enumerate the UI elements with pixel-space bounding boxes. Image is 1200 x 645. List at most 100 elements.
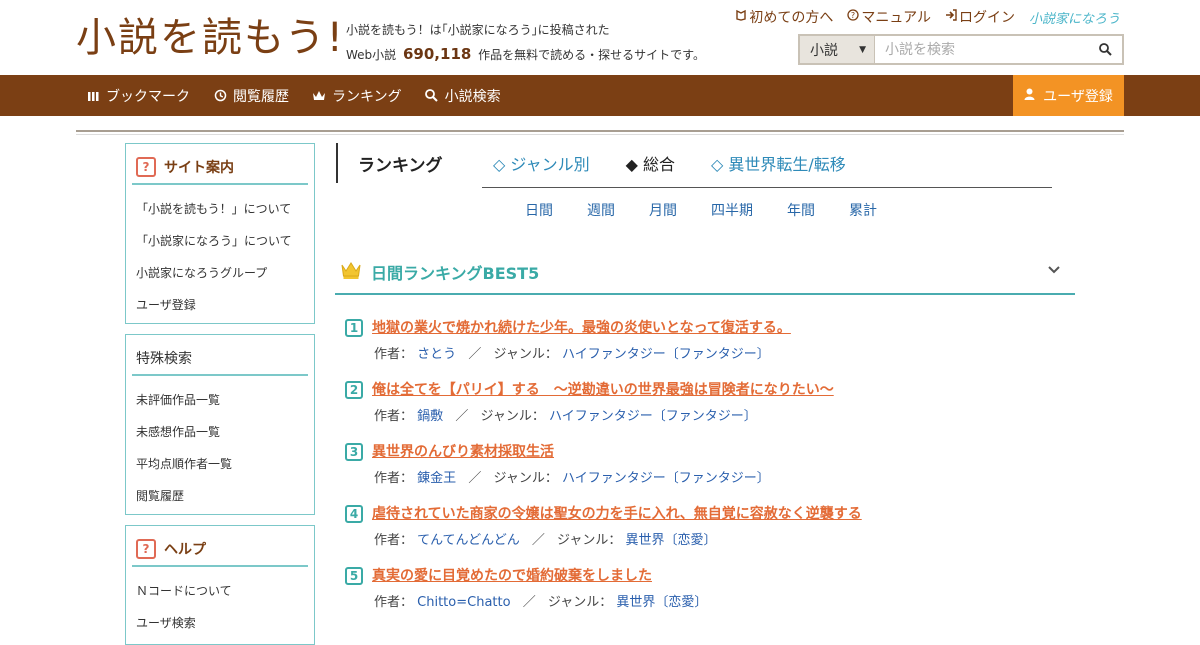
genre-link[interactable]: ハイファンタジー〔ファンタジー〕 — [562, 347, 770, 362]
question-icon: ? — [136, 156, 156, 177]
ranking-item: 1 地獄の業火で焼かれ続けた少年。最強の炎使いとなって復活する。 作者： さとう… — [345, 314, 1065, 376]
question-circle-icon: ? — [847, 9, 860, 25]
login-icon — [945, 9, 957, 25]
sidebar-item-ncode[interactable]: Ｎコードについて — [136, 575, 314, 607]
novel-title-link[interactable]: 地獄の業火で焼かれ続けた少年。最強の炎使いとなって復活する。 — [372, 317, 791, 337]
ranking-tabs-divider — [482, 187, 1052, 188]
genre-link[interactable]: ハイファンタジー〔ファンタジー〕 — [549, 409, 757, 424]
sidebar-site-guide-header: ? サイト案内 — [132, 150, 308, 185]
site-logo[interactable]: 小説を読もう! — [76, 8, 345, 68]
author-link[interactable]: 錬金王 — [417, 471, 456, 486]
sidebar-item-unrated[interactable]: 未評価作品一覧 — [136, 384, 314, 416]
svg-text:?: ? — [851, 11, 855, 20]
ranking-item: 5 真実の愛に目覚めたので婚約破棄をしました 作者： Chitto=Chatto… — [345, 562, 1065, 624]
desc-suffix: 作品を無料で読める・探せるサイトです。 — [478, 48, 705, 62]
ranking-item: 3 異世界のんびり素材採取生活 作者： 錬金王 ／ ジャンル： ハイファンタジー… — [345, 438, 1065, 500]
period-quarterly[interactable]: 四半期 — [711, 200, 753, 220]
desc-prefix: Web小説 — [346, 48, 397, 62]
sidebar-item-narou-group[interactable]: 小説家になろうグループ — [136, 257, 314, 289]
bookmark-icon — [86, 89, 100, 103]
main-navbar: ブックマーク 閲覧履歴 ランキング 小説検索 ユーザ登録 — [0, 75, 1200, 116]
period-tabs: 日間 週間 月間 四半期 年間 累計 — [525, 200, 911, 220]
period-yearly[interactable]: 年間 — [787, 200, 815, 220]
ranking-tabs: ◇ ジャンル別 ◆ 総合 ◇ 異世界転生/転移 — [493, 151, 846, 175]
author-link[interactable]: Chitto=Chatto — [417, 595, 510, 610]
site-description-line2: Web小説 690,118 作品を無料で読める・探せるサイトです。 — [346, 42, 705, 67]
sidebar-help-list: Ｎコードについて ユーザ検索 — [126, 567, 314, 639]
novel-meta: 作者： 錬金王 ／ ジャンル： ハイファンタジー〔ファンタジー〕 — [374, 471, 770, 486]
sidebar-special-search: 特殊検索 未評価作品一覧 未感想作品一覧 平均点順作者一覧 閲覧履歴 — [125, 334, 315, 515]
best5-header[interactable]: 日間ランキングBEST5 — [335, 254, 1075, 295]
sidebar-site-guide-list: 「小説を読もう！」について 「小説家になろう」について 小説家になろうグループ … — [126, 185, 314, 321]
top-link-manual[interactable]: ? マニュアル — [847, 7, 931, 27]
top-link-beginners[interactable]: 初めての方へ — [735, 7, 833, 27]
top-links: 初めての方へ ? マニュアル ログイン 小説家になろう — [735, 7, 1120, 27]
sidebar-help: ? ヘルプ Ｎコードについて ユーザ検索 — [125, 525, 315, 645]
period-daily[interactable]: 日間 — [525, 200, 553, 220]
search-icon — [1098, 43, 1112, 56]
genre-link[interactable]: ハイファンタジー〔ファンタジー〕 — [562, 471, 770, 486]
chevron-down-icon[interactable] — [1047, 260, 1061, 279]
search-category-select[interactable]: 小説 ▼ — [800, 36, 875, 63]
rank-number-badge: 1 — [345, 319, 363, 337]
history-icon — [213, 89, 227, 103]
ranking-item: 2 俺は全てを【パリイ】する ～逆勘違いの世界最強は冒険者になりたい～ 作者： … — [345, 376, 1065, 438]
period-monthly[interactable]: 月間 — [649, 200, 677, 220]
sidebar-item-user-register[interactable]: ユーザ登録 — [136, 289, 314, 321]
work-count: 690,118 — [403, 45, 472, 63]
ranking-item: 4 虐待されていた商家の令嬢は聖女の力を手に入れ、無自覚に容赦なく逆襲する 作者… — [345, 500, 1065, 562]
period-weekly[interactable]: 週間 — [587, 200, 615, 220]
search-button[interactable] — [1088, 36, 1122, 63]
rank-number-badge: 5 — [345, 567, 363, 585]
nav-bookmark[interactable]: ブックマーク — [86, 75, 190, 116]
novel-title-link[interactable]: 真実の愛に目覚めたので婚約破棄をしました — [372, 565, 652, 585]
search-input[interactable] — [875, 36, 1088, 63]
user-register-button[interactable]: ユーザ登録 — [1013, 75, 1124, 116]
user-icon — [1024, 88, 1035, 104]
sidebar-help-title: ヘルプ — [164, 541, 206, 558]
nav-novel-search[interactable]: 小説検索 — [425, 75, 501, 116]
novel-meta: 作者： てんてんどんどん ／ ジャンル： 異世界〔恋愛〕 — [374, 533, 717, 548]
sidebar-item-about-narou[interactable]: 「小説家になろう」について — [136, 225, 314, 257]
novel-title-link[interactable]: 虐待されていた商家の令嬢は聖女の力を手に入れ、無自覚に容赦なく逆襲する — [372, 503, 862, 523]
genre-link[interactable]: 異世界〔恋愛〕 — [626, 533, 717, 548]
question-icon: ? — [136, 538, 156, 559]
site-description: 小説を読もう！は｢小説家になろう｣に投稿された Web小説 690,118 作品… — [346, 18, 705, 67]
best5-title: 日間ランキングBEST5 — [371, 264, 540, 283]
nav-history[interactable]: 閲覧履歴 — [213, 75, 289, 116]
sidebar-special-search-header: 特殊検索 — [132, 341, 308, 376]
sidebar-item-avg-score-authors[interactable]: 平均点順作者一覧 — [136, 448, 314, 480]
author-link[interactable]: てんてんどんどん — [417, 533, 520, 548]
sidebar-item-history[interactable]: 閲覧履歴 — [136, 480, 314, 512]
crown-icon — [340, 260, 362, 284]
novel-meta: 作者： Chitto=Chatto ／ ジャンル： 異世界〔恋愛〕 — [374, 595, 708, 610]
narou-logo-link[interactable]: 小説家になろう — [1029, 7, 1120, 27]
rank-number-badge: 2 — [345, 381, 363, 399]
author-link[interactable]: さとう — [417, 347, 456, 362]
novel-title-link[interactable]: 異世界のんびり素材採取生活 — [372, 441, 554, 461]
site-header: 小説を読もう! 小説を読もう！は｢小説家になろう｣に投稿された Web小説 69… — [0, 0, 1200, 75]
sidebar-item-about-yomou[interactable]: 「小説を読もう！」について — [136, 193, 314, 225]
crown-icon — [312, 89, 326, 103]
sidebar-item-no-reviews[interactable]: 未感想作品一覧 — [136, 416, 314, 448]
sidebar-item-user-search[interactable]: ユーザ検索 — [136, 607, 314, 639]
sidebar-special-search-title: 特殊検索 — [136, 350, 192, 367]
tab-overall[interactable]: ◆ 総合 — [626, 151, 675, 175]
tab-genre[interactable]: ◇ ジャンル別 — [493, 151, 590, 175]
genre-link[interactable]: 異世界〔恋愛〕 — [616, 595, 707, 610]
ranking-list: 1 地獄の業火で焼かれ続けた少年。最強の炎使いとなって復活する。 作者： さとう… — [345, 314, 1065, 624]
rank-number-badge: 3 — [345, 443, 363, 461]
tab-isekai[interactable]: ◇ 異世界転生/転移 — [711, 151, 846, 175]
novel-title-link[interactable]: 俺は全てを【パリイ】する ～逆勘違いの世界最強は冒険者になりたい～ — [372, 379, 834, 399]
author-link[interactable]: 鍋敷 — [417, 409, 443, 424]
site-description-line1: 小説を読もう！は｢小説家になろう｣に投稿された — [346, 23, 610, 37]
ranking-header: ランキング — [336, 143, 443, 183]
nav-items: ブックマーク 閲覧履歴 ランキング 小説検索 — [86, 75, 524, 116]
novel-meta: 作者： さとう ／ ジャンル： ハイファンタジー〔ファンタジー〕 — [374, 347, 770, 362]
book-icon — [735, 9, 747, 25]
sidebar-site-guide-title: サイト案内 — [164, 159, 234, 176]
sidebar-special-search-list: 未評価作品一覧 未感想作品一覧 平均点順作者一覧 閲覧履歴 — [126, 376, 314, 512]
top-link-login[interactable]: ログイン — [945, 7, 1015, 27]
period-total[interactable]: 累計 — [849, 200, 877, 220]
nav-ranking[interactable]: ランキング — [312, 75, 402, 116]
